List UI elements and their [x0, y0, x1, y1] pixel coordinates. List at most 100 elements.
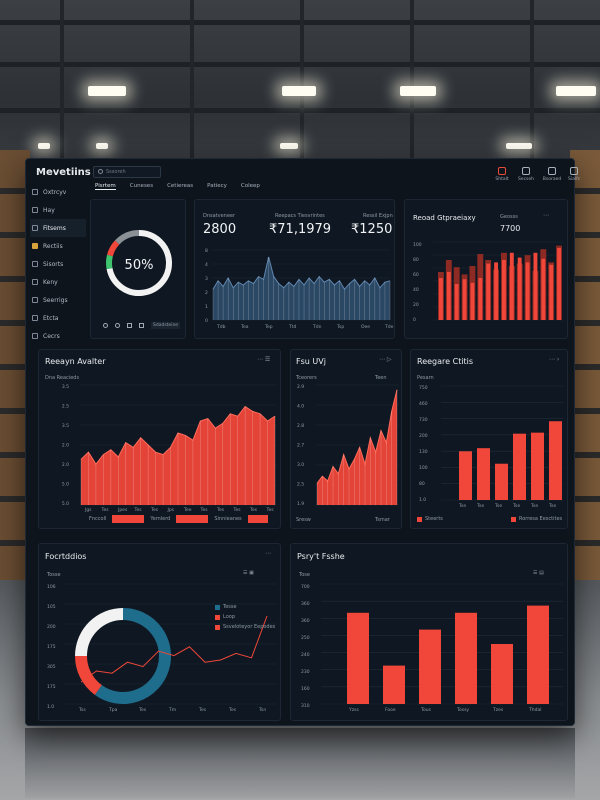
axis-tick-label: 3 [205, 276, 208, 282]
menu-icon[interactable]: ⋯ ☰ [257, 356, 270, 363]
bar [533, 252, 538, 320]
axis-tick-label: 40 [413, 287, 419, 293]
credits-bar-chart: 750 460 730 200 130 100 80 1.0 Tse Tse Tse Tse Tse Ts… [419, 385, 568, 509]
alert-icon [498, 167, 506, 175]
bar [541, 258, 546, 320]
area-fill [213, 257, 390, 320]
axis-tick-label: Tss [78, 707, 86, 713]
panel-footer: Tsmar [375, 517, 390, 523]
legend-swatch [417, 516, 422, 522]
bar [419, 629, 441, 704]
axis-tick-label: 460 [419, 401, 428, 407]
ceiling-rafter [410, 0, 414, 165]
sidebar-item-cecrs[interactable]: Cecrs [30, 327, 86, 345]
sidebar-item-sisorts[interactable]: Sisorts [30, 255, 86, 273]
axis-tick-label: Tse [512, 503, 520, 509]
toolbar-button-bsoraed[interactable]: Bsoraed [541, 167, 563, 182]
axis-tick-label: Tossy [456, 707, 469, 713]
menu-icon[interactable]: ⋯ ▷ [379, 356, 392, 363]
menu-icon[interactable]: ⋯ › [549, 356, 559, 363]
day-panel: Fsu UVj ⋯ ▷ Tceorers Teen 2.9 4.0 2.8 2.7 3.… [290, 349, 402, 529]
sidebar-item-seerrigs[interactable]: Seerrigs [30, 291, 86, 309]
sidebar-item-oxtrcyv[interactable]: Oxtrcyv [30, 183, 86, 201]
sidebar-item-keny[interactable]: Keny [30, 273, 86, 291]
axis-tick-label: Jps [167, 507, 175, 513]
sidebar-item-label: Fitsems [43, 224, 66, 232]
axis-tick-label: Tes [266, 507, 275, 513]
kpi-value: 2800 [203, 222, 237, 237]
axis-tick-label: 60 [413, 272, 419, 278]
axis-tick-label: Tde [384, 324, 394, 330]
area-fill [317, 389, 397, 505]
bar [495, 463, 508, 500]
legend-item: Steerts [417, 516, 443, 522]
search-icon [98, 169, 103, 174]
tab-coleep[interactable]: Coleep [241, 183, 260, 190]
bar [459, 451, 472, 500]
panel-title: Focrtddios [45, 552, 87, 561]
tab-cuneses[interactable]: Cuneses [130, 183, 153, 190]
filter-icon[interactable]: ☰ ▤ [533, 570, 544, 576]
toolbar-button-sialfs[interactable]: Sialfs [563, 167, 585, 182]
product-bar-chart: 700 360 360 250 240 230 160 310 Yzss Fooe Tous Toss… [301, 583, 563, 713]
legend-swatch [176, 515, 209, 523]
axis-tick-label: Tea [240, 324, 249, 330]
doc-icon [32, 315, 38, 321]
axis-tick-label: Tse [548, 503, 556, 509]
ceiling-light [38, 143, 50, 149]
bar [527, 605, 549, 704]
axis-tick-label: 106 [47, 584, 56, 590]
image-icon[interactable] [139, 323, 144, 328]
toolbar-label: Sialfs [567, 177, 581, 182]
sidebar-item-rectiis[interactable]: Rectiis [30, 237, 86, 255]
axis-tick-label: Tee [183, 507, 192, 513]
refresh-icon[interactable] [115, 323, 120, 328]
axis-tick-label: 3.0 [297, 462, 304, 468]
axis-tick-label: Tse [566, 503, 568, 509]
sidebar-item-hay[interactable]: Hay [30, 201, 86, 219]
tab-cetiereas[interactable]: Cetiereas [167, 183, 193, 190]
axis-tick-label: Tes [150, 507, 159, 513]
toolbar-button-secseh[interactable]: Secseh [515, 167, 537, 182]
axis-tick-label: 4 [205, 262, 208, 268]
sidebar: Mevetiins Oxtrcyv Hay Fitsems Rectiis Si… [26, 159, 91, 349]
sidebar-item-fitsems[interactable]: Fitsems [30, 219, 86, 237]
kpi-value: ₹1250 [351, 222, 393, 237]
panel-title: Reoad Gtpraeiaxy [413, 214, 476, 222]
region-label: Geosss [500, 214, 518, 220]
bar [494, 262, 498, 320]
axis-tick-label: 3.5 [62, 384, 69, 390]
more-icon[interactable]: ⋯ [543, 212, 549, 219]
donut-legend: Sdadsteine [151, 322, 181, 329]
ceiling-rafter [60, 0, 64, 165]
toolbar-label: Shtalt [495, 177, 509, 182]
legend-label: Yemlerd [150, 516, 171, 522]
panel-title: Reeayn Avalter [45, 357, 106, 366]
tab-pisrtem[interactable]: Pisrtem [95, 183, 116, 190]
bar [513, 433, 526, 500]
axis-tick-label: 230 [301, 669, 310, 675]
search-input[interactable]: Sssoreh [93, 166, 161, 178]
legend-label: Fnccoll [89, 516, 107, 522]
sidebar-item-label: Etcta [43, 314, 59, 322]
sidebar-item-label: Oxtrcyv [43, 188, 67, 196]
kpi-label: Ressil Exjpn [363, 213, 393, 219]
axis-tick-label: 80 [413, 257, 419, 263]
top-bar: Sssoreh Pisrtem Cuneses Cetiereas Patiec… [91, 165, 580, 195]
axis-tick-label: 2.0 [62, 443, 69, 449]
revenue-legend: Fnccoll Yemlerd Sinnieanes [89, 515, 268, 523]
square-icon[interactable] [127, 323, 132, 328]
circle-icon[interactable] [103, 323, 108, 328]
home-icon [32, 207, 38, 213]
bar [567, 393, 568, 500]
axis-tick-label: 1.9 [297, 501, 304, 507]
tab-patiecy[interactable]: Patiecy [207, 183, 227, 190]
menu-icon[interactable]: ⋯ [265, 550, 271, 557]
filter-icon[interactable]: ☰ ▣ [243, 570, 254, 576]
ceiling-light [280, 143, 298, 149]
axis-tick-label: Tsp [336, 324, 344, 330]
product-panel: Psry't Fsshe Tose ☰ ▤ 700 360 360 250 240 230… [290, 543, 568, 721]
sidebar-item-etcta[interactable]: Etcta [30, 309, 86, 327]
axis-tick-label: 3.5 [62, 423, 69, 429]
toolbar-button-shtalt[interactable]: Shtalt [491, 167, 513, 182]
